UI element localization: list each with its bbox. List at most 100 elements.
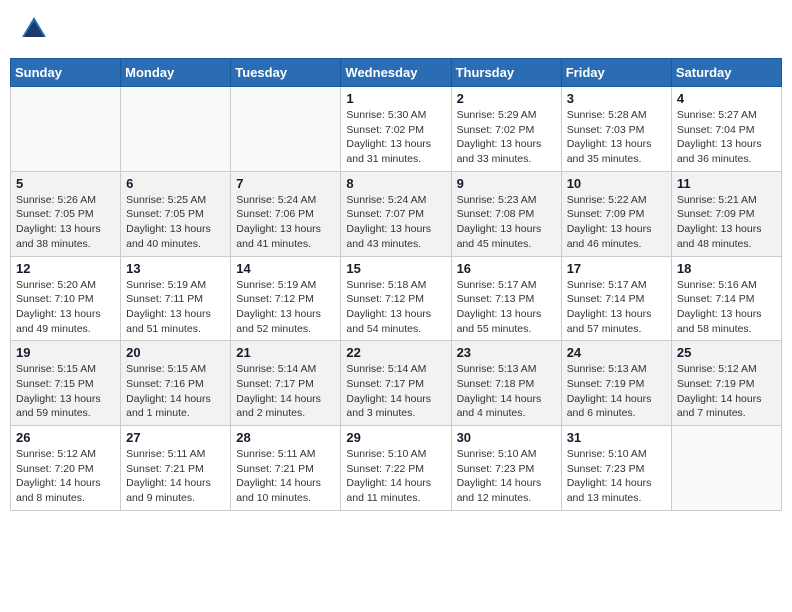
day-number: 14 (236, 261, 335, 276)
day-info: Sunrise: 5:11 AM Sunset: 7:21 PM Dayligh… (236, 447, 335, 506)
calendar-cell: 19Sunrise: 5:15 AM Sunset: 7:15 PM Dayli… (11, 341, 121, 426)
day-number: 9 (457, 176, 556, 191)
day-info: Sunrise: 5:12 AM Sunset: 7:20 PM Dayligh… (16, 447, 115, 506)
day-info: Sunrise: 5:21 AM Sunset: 7:09 PM Dayligh… (677, 193, 776, 252)
day-number: 4 (677, 91, 776, 106)
day-number: 22 (346, 345, 445, 360)
col-header-monday: Monday (121, 59, 231, 87)
day-number: 5 (16, 176, 115, 191)
day-number: 12 (16, 261, 115, 276)
day-number: 28 (236, 430, 335, 445)
day-info: Sunrise: 5:12 AM Sunset: 7:19 PM Dayligh… (677, 362, 776, 421)
day-number: 21 (236, 345, 335, 360)
calendar-cell: 16 Sunrise: 5:17 AM Sunset: 7:13 PM Dayli… (451, 256, 561, 341)
calendar-cell: 5 Sunrise: 5:26 AM Sunset: 7:05 PM Daylig… (11, 171, 121, 256)
day-info: Sunrise: 5:28 AM Sunset: 7:03 PM Dayligh… (567, 108, 666, 167)
day-info: Sunrise: 5:25 AM Sunset: 7:05 PM Dayligh… (126, 193, 225, 252)
day-info: Sunrise: 5:10 AM Sunset: 7:23 PM Dayligh… (567, 447, 666, 506)
calendar-cell: 1Sunrise: 5:30 AM Sunset: 7:02 PM Daylig… (341, 87, 451, 172)
day-number: 23 (457, 345, 556, 360)
calendar-cell: 14 Sunrise: 5:19 AM Sunset: 7:12 PM Dayli… (231, 256, 341, 341)
day-info: Sunrise: 5:23 AM Sunset: 7:08 PM Dayligh… (457, 193, 556, 252)
day-info: Sunrise: 5:19 AM Sunset: 7:11 PM Dayligh… (126, 278, 225, 337)
day-info: Sunrise: 5:30 AM Sunset: 7:02 PM Dayligh… (346, 108, 445, 167)
day-number: 24 (567, 345, 666, 360)
calendar-cell (671, 426, 781, 511)
calendar-week-row: 26 Sunrise: 5:12 AM Sunset: 7:20 PM Dayli… (11, 426, 782, 511)
calendar-cell: 25 Sunrise: 5:12 AM Sunset: 7:19 PM Dayli… (671, 341, 781, 426)
col-header-friday: Friday (561, 59, 671, 87)
day-number: 20 (126, 345, 225, 360)
calendar-cell: 20 Sunrise: 5:15 AM Sunset: 7:16 PM Dayli… (121, 341, 231, 426)
day-number: 16 (457, 261, 556, 276)
calendar-cell: 13 Sunrise: 5:19 AM Sunset: 7:11 PM Dayli… (121, 256, 231, 341)
calendar-cell: 7 Sunrise: 5:24 AM Sunset: 7:06 PM Daylig… (231, 171, 341, 256)
day-number: 6 (126, 176, 225, 191)
logo-icon (20, 15, 48, 43)
calendar-cell: 29 Sunrise: 5:10 AM Sunset: 7:22 PM Dayli… (341, 426, 451, 511)
calendar-cell: 21 Sunrise: 5:14 AM Sunset: 7:17 PM Dayli… (231, 341, 341, 426)
day-info: Sunrise: 5:17 AM Sunset: 7:13 PM Dayligh… (457, 278, 556, 337)
calendar-table: SundayMondayTuesdayWednesdayThursdayFrid… (10, 58, 782, 511)
calendar-cell: 22Sunrise: 5:14 AM Sunset: 7:17 PM Dayli… (341, 341, 451, 426)
col-header-tuesday: Tuesday (231, 59, 341, 87)
calendar-cell: 4 Sunrise: 5:27 AM Sunset: 7:04 PM Daylig… (671, 87, 781, 172)
day-info: Sunrise: 5:14 AM Sunset: 7:17 PM Dayligh… (236, 362, 335, 421)
day-number: 18 (677, 261, 776, 276)
day-number: 29 (346, 430, 445, 445)
day-info: Sunrise: 5:16 AM Sunset: 7:14 PM Dayligh… (677, 278, 776, 337)
day-info: Sunrise: 5:13 AM Sunset: 7:18 PM Dayligh… (457, 362, 556, 421)
day-number: 25 (677, 345, 776, 360)
calendar-cell: 2 Sunrise: 5:29 AM Sunset: 7:02 PM Daylig… (451, 87, 561, 172)
page-header (10, 10, 782, 48)
calendar-cell: 11Sunrise: 5:21 AM Sunset: 7:09 PM Dayli… (671, 171, 781, 256)
calendar-cell: 31 Sunrise: 5:10 AM Sunset: 7:23 PM Dayli… (561, 426, 671, 511)
calendar-cell: 28 Sunrise: 5:11 AM Sunset: 7:21 PM Dayli… (231, 426, 341, 511)
calendar-cell: 12Sunrise: 5:20 AM Sunset: 7:10 PM Dayli… (11, 256, 121, 341)
day-number: 3 (567, 91, 666, 106)
day-number: 13 (126, 261, 225, 276)
calendar-cell: 3 Sunrise: 5:28 AM Sunset: 7:03 PM Daylig… (561, 87, 671, 172)
calendar-week-row: 5 Sunrise: 5:26 AM Sunset: 7:05 PM Daylig… (11, 171, 782, 256)
day-number: 19 (16, 345, 115, 360)
col-header-sunday: Sunday (11, 59, 121, 87)
calendar-cell: 24Sunrise: 5:13 AM Sunset: 7:19 PM Dayli… (561, 341, 671, 426)
calendar-cell: 30 Sunrise: 5:10 AM Sunset: 7:23 PM Dayli… (451, 426, 561, 511)
calendar-cell: 9 Sunrise: 5:23 AM Sunset: 7:08 PM Daylig… (451, 171, 561, 256)
day-number: 8 (346, 176, 445, 191)
calendar-week-row: 19Sunrise: 5:15 AM Sunset: 7:15 PM Dayli… (11, 341, 782, 426)
day-info: Sunrise: 5:27 AM Sunset: 7:04 PM Dayligh… (677, 108, 776, 167)
day-number: 2 (457, 91, 556, 106)
day-info: Sunrise: 5:26 AM Sunset: 7:05 PM Dayligh… (16, 193, 115, 252)
calendar-cell: 27 Sunrise: 5:11 AM Sunset: 7:21 PM Dayli… (121, 426, 231, 511)
day-number: 17 (567, 261, 666, 276)
calendar-cell: 17 Sunrise: 5:17 AM Sunset: 7:14 PM Dayli… (561, 256, 671, 341)
day-info: Sunrise: 5:24 AM Sunset: 7:06 PM Dayligh… (236, 193, 335, 252)
calendar-cell: 8 Sunrise: 5:24 AM Sunset: 7:07 PM Daylig… (341, 171, 451, 256)
calendar-cell: 6 Sunrise: 5:25 AM Sunset: 7:05 PM Daylig… (121, 171, 231, 256)
day-info: Sunrise: 5:17 AM Sunset: 7:14 PM Dayligh… (567, 278, 666, 337)
day-number: 27 (126, 430, 225, 445)
day-info: Sunrise: 5:24 AM Sunset: 7:07 PM Dayligh… (346, 193, 445, 252)
calendar-cell: 10Sunrise: 5:22 AM Sunset: 7:09 PM Dayli… (561, 171, 671, 256)
col-header-saturday: Saturday (671, 59, 781, 87)
day-info: Sunrise: 5:10 AM Sunset: 7:23 PM Dayligh… (457, 447, 556, 506)
day-info: Sunrise: 5:10 AM Sunset: 7:22 PM Dayligh… (346, 447, 445, 506)
day-number: 31 (567, 430, 666, 445)
day-number: 26 (16, 430, 115, 445)
day-info: Sunrise: 5:19 AM Sunset: 7:12 PM Dayligh… (236, 278, 335, 337)
col-header-wednesday: Wednesday (341, 59, 451, 87)
logo (20, 15, 52, 43)
day-number: 7 (236, 176, 335, 191)
calendar-cell (121, 87, 231, 172)
col-header-thursday: Thursday (451, 59, 561, 87)
calendar-cell: 18 Sunrise: 5:16 AM Sunset: 7:14 PM Dayli… (671, 256, 781, 341)
day-number: 15 (346, 261, 445, 276)
day-number: 30 (457, 430, 556, 445)
day-info: Sunrise: 5:18 AM Sunset: 7:12 PM Dayligh… (346, 278, 445, 337)
day-info: Sunrise: 5:15 AM Sunset: 7:16 PM Dayligh… (126, 362, 225, 421)
day-info: Sunrise: 5:11 AM Sunset: 7:21 PM Dayligh… (126, 447, 225, 506)
calendar-week-row: 1Sunrise: 5:30 AM Sunset: 7:02 PM Daylig… (11, 87, 782, 172)
calendar-week-row: 12Sunrise: 5:20 AM Sunset: 7:10 PM Dayli… (11, 256, 782, 341)
day-info: Sunrise: 5:29 AM Sunset: 7:02 PM Dayligh… (457, 108, 556, 167)
